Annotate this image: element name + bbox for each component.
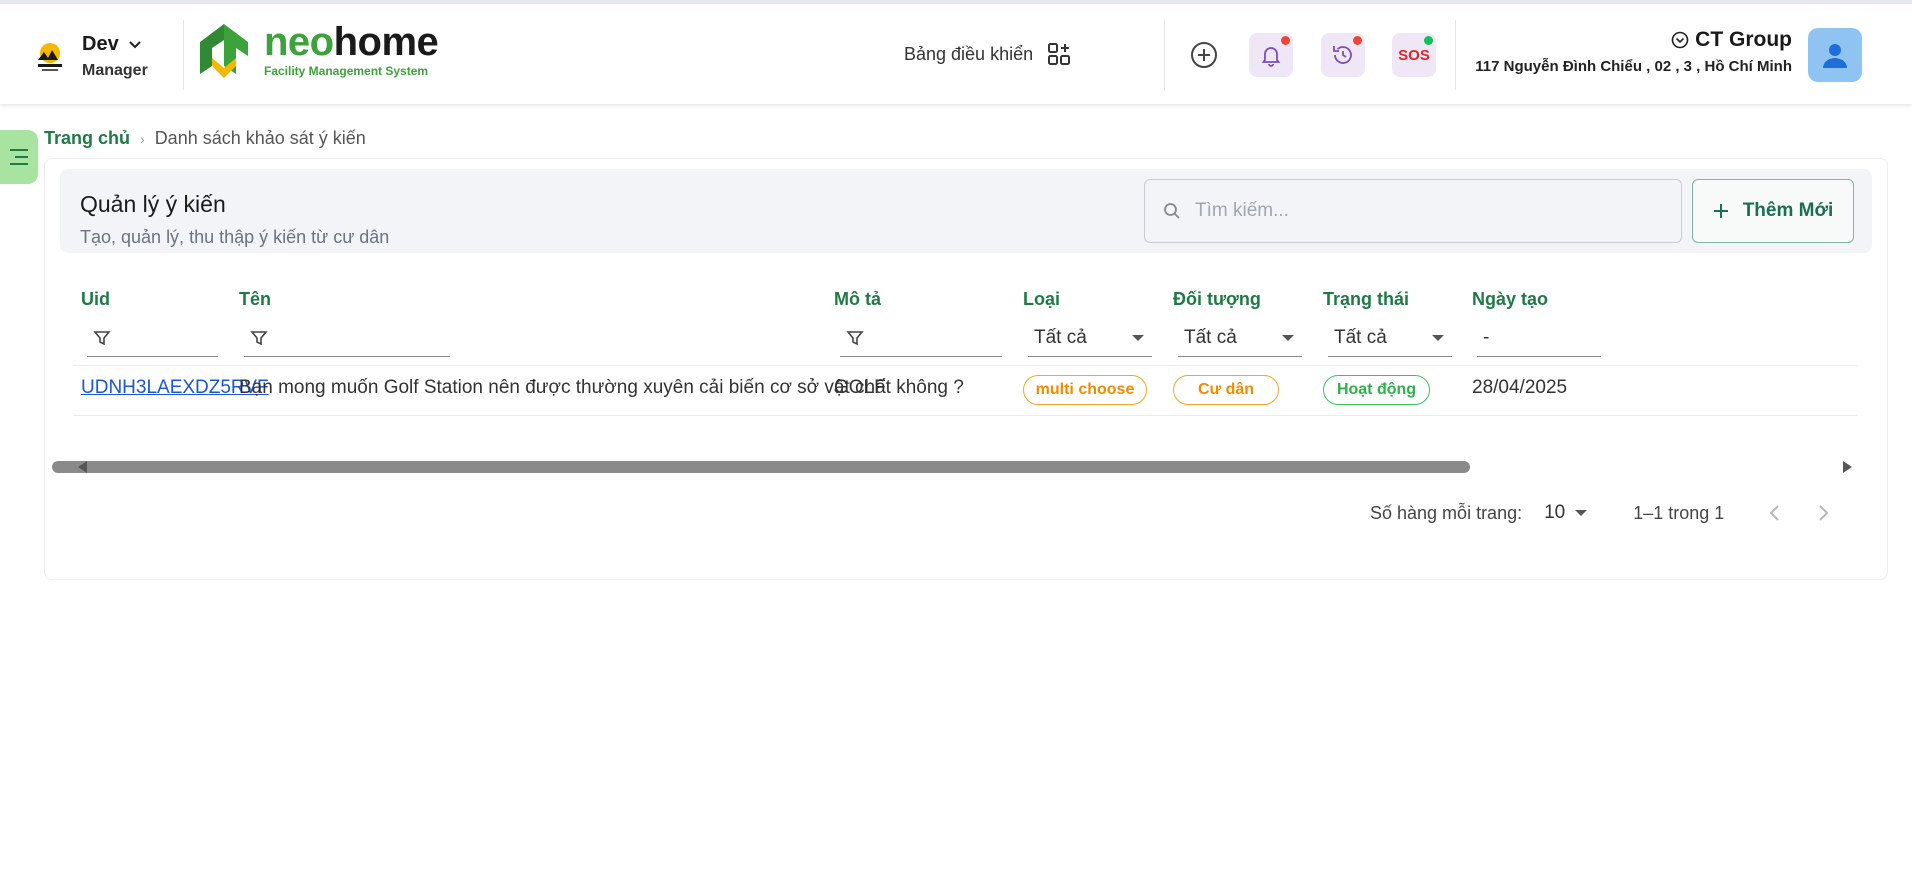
add-circle-button[interactable]	[1182, 33, 1226, 77]
sidebar-toggle-button[interactable]	[0, 130, 38, 184]
status-filter-select[interactable]: Tất cả	[1328, 319, 1452, 357]
divider	[183, 20, 184, 90]
sos-icon: SOS	[1398, 47, 1430, 64]
company-selector[interactable]: CT Group 117 Nguyễn Đình Chiểu , 02 , 3 …	[1472, 28, 1792, 75]
filter-icon	[846, 330, 864, 345]
brand-name: neohome	[264, 20, 439, 64]
notification-dot	[1281, 36, 1290, 45]
page-title: Quản lý ý kiến	[80, 191, 226, 217]
dashboard-link[interactable]: Bảng điều khiển	[904, 42, 1071, 66]
user-role: Manager	[82, 61, 148, 79]
dashboard-grid-icon	[1048, 43, 1071, 65]
sos-button[interactable]: SOS	[1392, 33, 1436, 77]
filter-icon	[250, 330, 268, 345]
pagination: Số hàng mỗi trang: 10 1–1 trong 1	[1370, 498, 1834, 528]
row-created-date: 28/04/2025	[1472, 377, 1568, 398]
plus-circle-icon	[1191, 42, 1217, 68]
page-range: 1–1 trong 1	[1633, 502, 1725, 523]
page-subtitle: Tạo, quản lý, thu thập ý kiến từ cư dân	[80, 227, 390, 247]
neohome-logo-icon	[200, 24, 248, 78]
search-icon	[1164, 203, 1180, 219]
bell-icon	[1261, 47, 1281, 67]
history-dot	[1353, 36, 1362, 45]
column-header-type[interactable]: Loại	[1023, 289, 1060, 310]
caret-down-icon	[1282, 334, 1294, 341]
column-header-audience[interactable]: Đối tượng	[1173, 289, 1261, 310]
chevron-circle-icon	[1671, 31, 1689, 49]
name-filter-input[interactable]	[244, 319, 450, 357]
divider	[1164, 20, 1165, 90]
column-header-name[interactable]: Tên	[239, 289, 271, 310]
search-input[interactable]	[1195, 200, 1655, 222]
survey-table: Uid Tên Mô tả Loại Đối tượng Trạng thái …	[73, 289, 1857, 439]
table-horizontal-scrollbar[interactable]	[32, 458, 1852, 474]
caret-down-icon	[1132, 334, 1144, 341]
row-divider	[73, 415, 1857, 416]
column-header-uid[interactable]: Uid	[81, 289, 110, 310]
filter-icon	[93, 330, 111, 345]
created-filter-input[interactable]: -	[1477, 319, 1601, 357]
breadcrumb-home[interactable]: Trang chủ	[44, 128, 130, 149]
breadcrumb-current: Danh sách khảo sát ý kiến	[154, 128, 366, 148]
rows-per-page-select[interactable]: 10	[1544, 502, 1588, 524]
sos-status-dot	[1424, 36, 1433, 45]
column-header-status[interactable]: Trạng thái	[1323, 289, 1409, 310]
type-filter-select[interactable]: Tất cả	[1028, 319, 1152, 357]
scroll-left-arrow-icon[interactable]	[78, 461, 87, 473]
menu-icon	[10, 149, 28, 165]
row-divider	[73, 365, 1857, 366]
caret-down-icon	[1575, 510, 1588, 516]
brand-logo[interactable]: neohome Facility Management System	[198, 20, 439, 80]
scrollbar-thumb[interactable]	[52, 461, 1470, 473]
add-new-button[interactable]: Thêm Mới	[1692, 179, 1854, 243]
breadcrumb-separator-icon: ›	[140, 130, 145, 147]
breadcrumb: Trang chủ › Danh sách khảo sát ý kiến	[44, 128, 366, 149]
type-badge: multi choose	[1023, 375, 1147, 405]
org-logo	[32, 38, 68, 74]
search-box[interactable]	[1144, 179, 1682, 243]
user-icon	[1823, 44, 1847, 68]
description-filter-input[interactable]	[840, 319, 1002, 357]
chevron-down-icon	[128, 41, 141, 49]
notifications-button[interactable]	[1249, 33, 1293, 77]
history-icon	[1333, 46, 1352, 64]
svg-text:SOS: SOS	[1398, 47, 1430, 64]
divider	[1455, 20, 1456, 90]
rows-per-page-label: Số hàng mỗi trang:	[1370, 502, 1523, 523]
company-address: 117 Nguyễn Đình Chiểu , 02 , 3 , Hồ Chí …	[1475, 58, 1792, 75]
column-header-created[interactable]: Ngày tạo	[1472, 289, 1548, 310]
app-header: Dev Manager neohome Facility Management …	[0, 4, 1912, 104]
audience-filter-select[interactable]: Tất cả	[1178, 319, 1302, 357]
dashboard-label: Bảng điều khiển	[904, 43, 1034, 64]
scroll-right-arrow-icon[interactable]	[1843, 461, 1852, 473]
plus-icon	[1713, 204, 1728, 218]
next-page-button[interactable]	[1812, 502, 1834, 524]
user-menu[interactable]: Dev Manager	[32, 28, 148, 84]
company-name: CT Group	[1472, 28, 1792, 52]
uid-filter-input[interactable]	[87, 319, 218, 357]
brand-subtitle: Facility Management System	[264, 64, 429, 78]
caret-down-icon	[1432, 334, 1444, 341]
status-badge: Hoạt động	[1323, 375, 1430, 405]
avatar[interactable]	[1808, 28, 1862, 82]
row-description: GOLF	[834, 377, 886, 398]
previous-page-button[interactable]	[1764, 502, 1786, 524]
user-name: Dev	[82, 33, 148, 56]
audience-badge: Cư dân	[1173, 375, 1279, 405]
history-button[interactable]	[1321, 33, 1365, 77]
column-header-description[interactable]: Mô tả	[834, 289, 881, 310]
